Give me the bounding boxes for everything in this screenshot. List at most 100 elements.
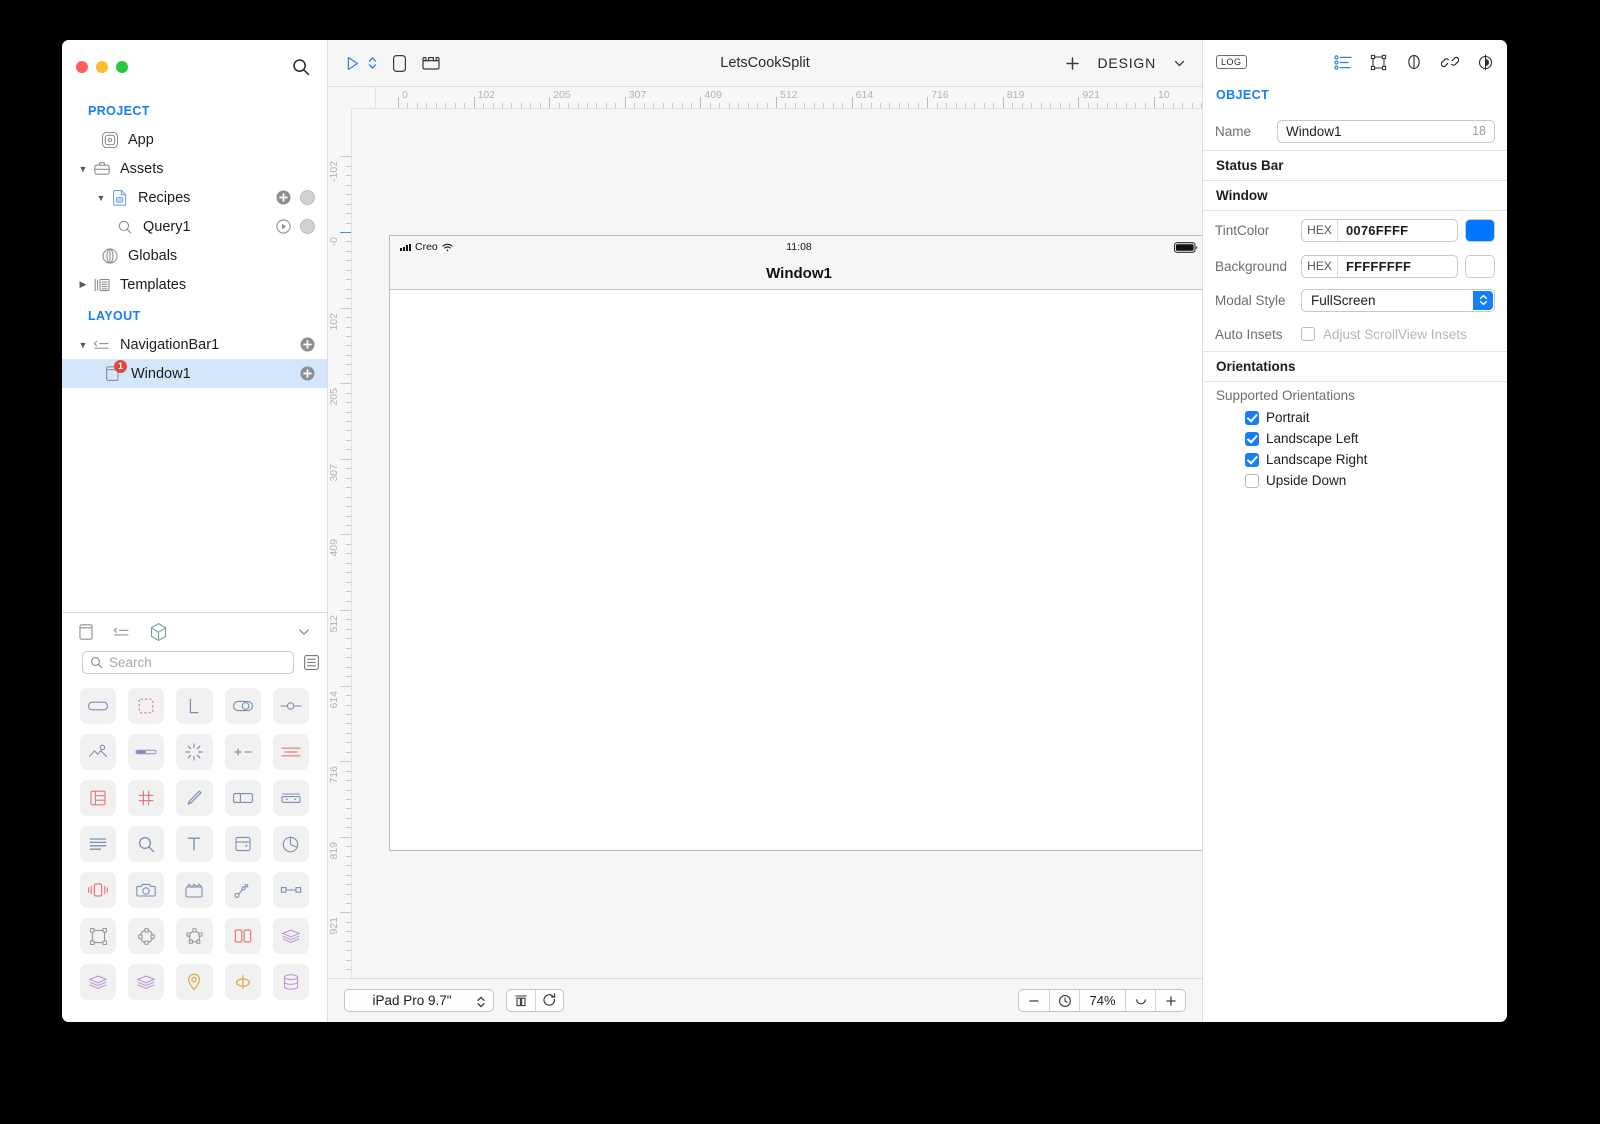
palette-item-web-view-icon[interactable] [224, 826, 261, 862]
landscape-left-checkbox[interactable] [1245, 431, 1259, 446]
palette-item-table-icon[interactable] [80, 780, 117, 816]
palette-item-text-view-icon[interactable] [80, 826, 117, 862]
zoom-out-button[interactable] [1019, 990, 1049, 1011]
search-input[interactable] [109, 655, 286, 670]
list-view-icon[interactable] [303, 654, 320, 671]
connections-icon[interactable] [1441, 54, 1459, 70]
tintcolor-hex-input[interactable]: HEX 0076FFFF [1301, 218, 1458, 242]
stepper-icon[interactable] [476, 994, 486, 1010]
palette-item-pen-icon[interactable] [176, 780, 213, 816]
palette-item-activity-indicator-icon[interactable] [176, 734, 213, 770]
circle-icon[interactable] [300, 219, 315, 234]
chevron-down-icon[interactable] [1173, 57, 1186, 70]
close-button[interactable] [76, 61, 88, 73]
sidebar-item-navigationbar1[interactable]: ▼ NavigationBar1 [62, 330, 327, 359]
landscape-right-checkbox[interactable] [1245, 452, 1259, 467]
sidebar-item-recipes[interactable]: ▼ Recipes [62, 183, 327, 212]
device-content-area[interactable] [390, 290, 1202, 850]
palette-item-dashed-rect-icon[interactable] [128, 688, 165, 724]
palette-item-keyboard-icon[interactable] [272, 780, 309, 816]
cube-icon[interactable] [149, 622, 168, 642]
effects-icon[interactable] [1477, 54, 1494, 71]
device-select[interactable]: iPad Pro 9.7" [344, 989, 494, 1012]
sidebar-item-globals[interactable]: Globals [62, 241, 327, 270]
palette-item-segmented-icon[interactable] [272, 734, 309, 770]
panel-icon[interactable] [78, 623, 94, 641]
palette-item-split-view-icon[interactable] [224, 780, 261, 816]
background-swatch[interactable] [1465, 254, 1495, 278]
chevron-down-icon[interactable] [297, 625, 311, 639]
stepper-icon[interactable] [1473, 290, 1493, 310]
palette-search-box[interactable] [82, 651, 294, 674]
layout-icon[interactable] [507, 990, 535, 1011]
orientation-portrait[interactable]: Portrait [1203, 407, 1507, 428]
layout-icon[interactable] [1370, 54, 1387, 71]
run-stepper-icon[interactable] [367, 54, 378, 72]
disclosure-triangle-closed[interactable]: ▶ [76, 278, 90, 292]
adjust-scrollview-insets-checkbox[interactable] [1301, 327, 1315, 341]
log-button[interactable]: LOG [1216, 55, 1247, 69]
plus-icon[interactable] [300, 366, 315, 381]
identity-icon[interactable] [1405, 54, 1423, 70]
template-icon[interactable] [421, 54, 441, 72]
palette-item-ellipse-axis-icon[interactable] [224, 964, 261, 1000]
palette-item-database-icon[interactable] [272, 964, 309, 1000]
upside-down-checkbox[interactable] [1245, 473, 1259, 488]
minimize-button[interactable] [96, 61, 108, 73]
zoom-fit-button[interactable] [1049, 990, 1079, 1011]
palette-item-vibrate-icon[interactable] [80, 872, 117, 908]
tintcolor-swatch[interactable] [1465, 218, 1495, 242]
palette-item-search-bar-icon[interactable] [128, 826, 165, 862]
play-icon[interactable] [344, 55, 361, 72]
palette-item-rounded-rect-icon[interactable] [80, 688, 117, 724]
sidebar-item-templates[interactable]: ▶ Templates [62, 270, 327, 299]
disclosure-triangle-open[interactable]: ▼ [76, 338, 90, 352]
palette-item-label-L-icon[interactable] [176, 688, 213, 724]
palette-item-circle-anchor-icon[interactable] [128, 918, 165, 954]
plus-icon[interactable] [300, 337, 315, 352]
orientation-upside-down[interactable]: Upside Down [1203, 470, 1507, 491]
orientation-landscape-right[interactable]: Landscape Right [1203, 449, 1507, 470]
palette-item-image-icon[interactable] [80, 734, 117, 770]
orientation-landscape-left[interactable]: Landscape Left [1203, 428, 1507, 449]
palette-item-stack-icon-3[interactable] [128, 964, 165, 1000]
palette-item-stack-icon[interactable] [272, 918, 309, 954]
palette-item-columns-icon[interactable] [224, 918, 261, 954]
background-hex-input[interactable]: HEX FFFFFFFF [1301, 254, 1458, 278]
design-mode-label[interactable]: DESIGN [1098, 55, 1156, 71]
name-input[interactable]: Window1 18 [1277, 119, 1495, 143]
sidebar-item-window1[interactable]: 1 Window1 [62, 359, 327, 388]
palette-item-grid-icon[interactable] [128, 780, 165, 816]
play-icon[interactable] [276, 219, 291, 234]
search-icon[interactable] [291, 57, 311, 77]
palette-item-path-icon[interactable] [224, 872, 261, 908]
refresh-icon[interactable] [535, 990, 563, 1011]
palette-item-polygon-icon[interactable] [176, 918, 213, 954]
palette-item-pie-chart-icon[interactable] [272, 826, 309, 862]
palette-item-slider-icon[interactable] [272, 688, 309, 724]
zoom-in-button[interactable] [1155, 990, 1185, 1011]
list-icon[interactable] [112, 625, 131, 639]
portrait-checkbox[interactable] [1245, 410, 1259, 425]
plus-icon[interactable] [276, 190, 291, 205]
disclosure-triangle-open[interactable]: ▼ [76, 162, 90, 176]
palette-item-progress-bar-icon[interactable] [128, 734, 165, 770]
plus-icon[interactable] [1064, 55, 1081, 72]
sidebar-item-assets[interactable]: ▼ Assets [62, 154, 327, 183]
sidebar-item-app[interactable]: App [62, 125, 327, 154]
palette-item-switch-icon[interactable] [224, 688, 261, 724]
palette-item-media-icon[interactable] [176, 872, 213, 908]
palette-item-stack-icon-2[interactable] [80, 964, 117, 1000]
circle-icon[interactable] [300, 190, 315, 205]
maximize-button[interactable] [116, 61, 128, 73]
palette-item-map-pin-icon[interactable] [176, 964, 213, 1000]
sidebar-item-query1[interactable]: Query1 [62, 212, 327, 241]
device-preview[interactable]: Creo 11:08 Window1 [389, 235, 1202, 851]
palette-item-camera-icon[interactable] [128, 872, 165, 908]
palette-item-bounds-icon[interactable] [80, 918, 117, 954]
design-canvas[interactable]: Creo 11:08 Window1 [352, 109, 1202, 978]
device-icon[interactable] [392, 54, 407, 73]
attributes-icon[interactable] [1334, 54, 1352, 70]
vertical-ruler[interactable]: -102 -0 102 205 307 409 512 614 716 819 921 [328, 109, 352, 978]
zoom-actual-button[interactable] [1125, 990, 1155, 1011]
